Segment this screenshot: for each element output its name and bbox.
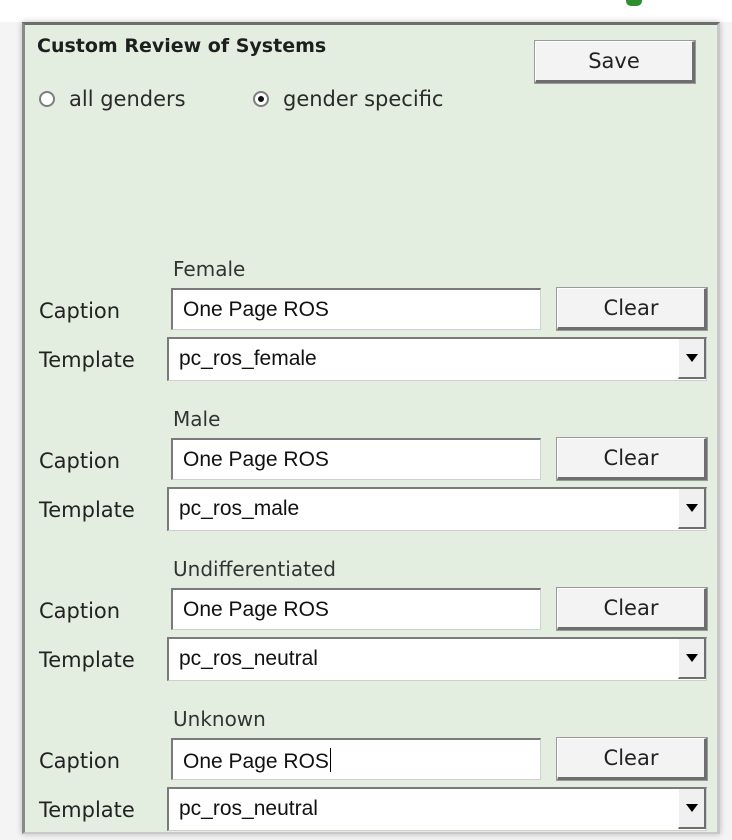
- section-heading-male: Male: [173, 407, 221, 431]
- caption-label: Caption: [39, 299, 121, 323]
- caption-input-unknown[interactable]: One Page ROS: [171, 738, 541, 780]
- text-caret: [329, 748, 331, 772]
- window-frame: Custom Review of Systems Save all gender…: [0, 0, 732, 840]
- caption-label: Caption: [39, 449, 121, 473]
- template-select-undifferentiated[interactable]: pc_ros_neutral: [167, 637, 707, 681]
- template-label: Template: [39, 498, 135, 522]
- template-select-female[interactable]: pc_ros_female: [167, 337, 707, 381]
- template-select-undifferentiated-value: pc_ros_neutral: [179, 647, 318, 670]
- dropdown-arrow-icon[interactable]: [678, 789, 706, 829]
- radio-gender-specific-label: gender specific: [283, 87, 444, 111]
- section-heading-undifferentiated: Undifferentiated: [173, 557, 336, 581]
- radio-all-genders-indicator[interactable]: [39, 91, 55, 107]
- caption-input-unknown-text: One Page ROS: [183, 750, 329, 773]
- save-button[interactable]: Save: [534, 40, 696, 84]
- radio-gender-specific-indicator[interactable]: [253, 91, 269, 107]
- template-label: Template: [39, 348, 135, 372]
- template-label: Template: [39, 798, 135, 822]
- top-strip: [0, 0, 732, 22]
- caption-input-undifferentiated[interactable]: One Page ROS: [171, 588, 541, 630]
- template-select-unknown[interactable]: pc_ros_neutral: [167, 787, 707, 831]
- radio-gender-specific[interactable]: gender specific: [253, 87, 443, 111]
- panel-title: Custom Review of Systems: [37, 35, 327, 57]
- header-accent-fragment: [626, 0, 642, 6]
- caption-input-male[interactable]: One Page ROS: [171, 438, 541, 480]
- clear-button-undifferentiated[interactable]: Clear: [556, 587, 708, 631]
- dropdown-arrow-icon[interactable]: [678, 489, 706, 529]
- custom-ros-panel: Custom Review of Systems Save all gender…: [22, 22, 720, 834]
- caption-label: Caption: [39, 599, 121, 623]
- radio-all-genders-label: all genders: [69, 87, 186, 111]
- template-label: Template: [39, 648, 135, 672]
- section-heading-unknown: Unknown: [173, 707, 266, 731]
- template-select-female-value: pc_ros_female: [179, 347, 317, 370]
- clear-button-male[interactable]: Clear: [556, 437, 708, 481]
- dropdown-arrow-icon[interactable]: [678, 339, 706, 379]
- clear-button-unknown[interactable]: Clear: [556, 737, 708, 781]
- template-select-unknown-value: pc_ros_neutral: [179, 797, 318, 820]
- caption-label: Caption: [39, 749, 121, 773]
- caption-input-female[interactable]: One Page ROS: [171, 288, 541, 330]
- template-select-male-value: pc_ros_male: [179, 497, 300, 520]
- section-heading-female: Female: [173, 257, 246, 281]
- dropdown-arrow-icon[interactable]: [678, 639, 706, 679]
- clear-button-female[interactable]: Clear: [556, 287, 708, 331]
- radio-all-genders[interactable]: all genders: [39, 87, 186, 111]
- template-select-male[interactable]: pc_ros_male: [167, 487, 707, 531]
